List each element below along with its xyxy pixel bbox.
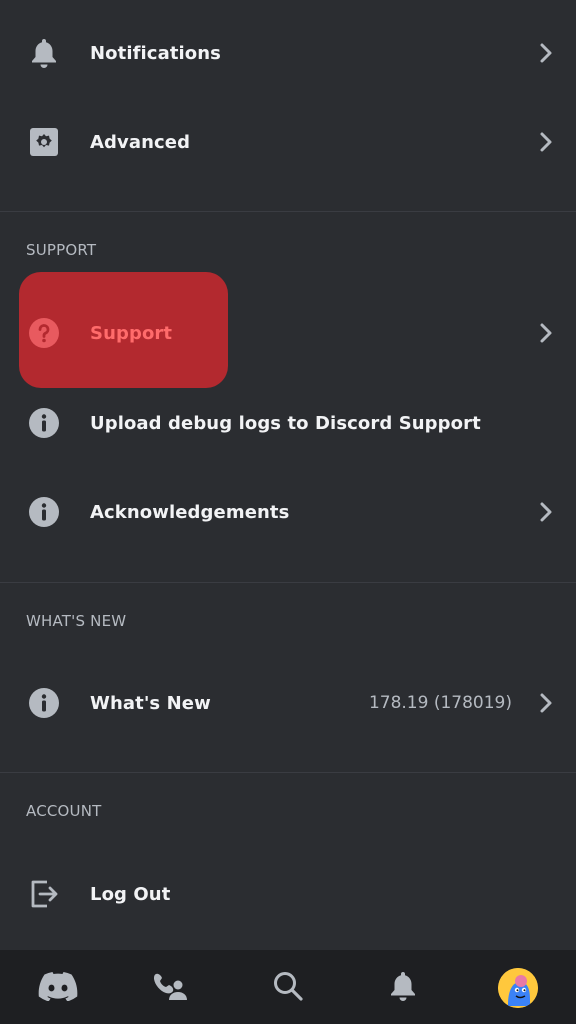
log-out-label: Log Out: [90, 883, 171, 905]
notifications-row[interactable]: Notifications: [0, 17, 576, 89]
chevron-right-icon: [538, 501, 554, 523]
nav-notifications[interactable]: [381, 966, 425, 1010]
divider: [0, 211, 576, 212]
chevron-right-icon: [538, 322, 554, 344]
info-icon: [26, 685, 62, 721]
nav-search[interactable]: [266, 966, 310, 1010]
whats-new-label: What's New: [90, 692, 211, 714]
chevron-right-icon: [538, 131, 554, 153]
info-icon: [26, 405, 62, 441]
search-icon: [272, 970, 304, 1006]
bell-icon: [26, 35, 62, 71]
chevron-right-icon: [538, 42, 554, 64]
notifications-label: Notifications: [90, 42, 221, 64]
logout-icon: [26, 876, 62, 912]
discord-icon: [38, 971, 78, 1005]
advanced-label: Advanced: [90, 131, 191, 153]
divider: [0, 772, 576, 773]
avatar: [498, 968, 538, 1008]
support-section-header: SUPPORT: [26, 241, 97, 259]
upload-debug-logs-label: Upload debug logs to Discord Support: [90, 412, 481, 434]
info-icon: [26, 494, 62, 530]
bell-icon: [388, 970, 418, 1006]
support-label: Support: [90, 322, 173, 344]
version-value: 178.19 (178019): [368, 693, 512, 713]
nav-friends[interactable]: [148, 966, 192, 1010]
nav-profile[interactable]: [496, 966, 540, 1010]
acknowledgements-row[interactable]: Acknowledgements: [0, 476, 576, 548]
friends-icon: [152, 970, 188, 1006]
divider: [0, 582, 576, 583]
chevron-right-icon: [538, 692, 554, 714]
advanced-row[interactable]: Advanced: [0, 106, 576, 178]
log-out-row[interactable]: Log Out: [0, 858, 576, 930]
question-icon: [26, 315, 62, 351]
account-section-header: ACCOUNT: [26, 802, 102, 820]
support-row[interactable]: Support: [0, 297, 576, 369]
nav-home[interactable]: [36, 966, 80, 1010]
whats-new-section-header: WHAT'S NEW: [26, 612, 127, 630]
upload-debug-logs-row[interactable]: Upload debug logs to Discord Support: [0, 387, 576, 459]
gear-icon: [26, 124, 62, 160]
acknowledgements-label: Acknowledgements: [90, 501, 290, 523]
bottom-nav: [0, 950, 576, 1024]
whats-new-row[interactable]: What's New 178.19 (178019): [0, 667, 576, 739]
